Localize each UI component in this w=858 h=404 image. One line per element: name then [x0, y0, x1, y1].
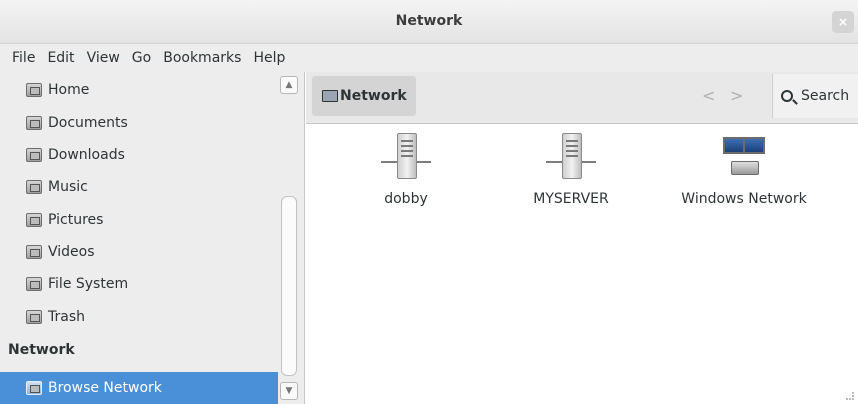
pictures-folder-icon: [26, 213, 42, 227]
sidebar-item-label: Trash: [48, 309, 85, 325]
scroll-down-button[interactable]: ▼: [280, 382, 298, 400]
server-icon: [381, 133, 431, 181]
sidebar-item-file-system[interactable]: File System: [0, 268, 278, 300]
back-arrow-icon: <: [702, 86, 716, 105]
item-label: MYSERVER: [533, 191, 609, 207]
menu-edit[interactable]: Edit: [41, 50, 80, 66]
sidebar-item-documents[interactable]: Documents: [0, 107, 278, 139]
item-label: dobby: [384, 191, 428, 207]
sidebar-item-label: File System: [48, 276, 129, 292]
sidebar-item-videos[interactable]: Videos: [0, 236, 278, 268]
file-view[interactable]: dobby MYSERVER Windows Network: [306, 125, 858, 404]
breadcrumb-label: Network: [340, 88, 407, 104]
trash-icon: [26, 310, 42, 324]
network-icon: [26, 381, 42, 395]
sidebar-item-label: Browse Network: [48, 380, 162, 396]
search-button[interactable]: Search: [772, 74, 858, 118]
resize-grip-icon[interactable]: [846, 392, 854, 400]
sidebar-item-label: Documents: [48, 115, 128, 131]
scrollbar-thumb[interactable]: [281, 196, 297, 376]
network-item-dobby[interactable]: dobby: [326, 133, 486, 223]
network-icon: [322, 90, 338, 102]
menu-help[interactable]: Help: [247, 50, 291, 66]
sidebar-item-home[interactable]: Home: [0, 74, 278, 106]
menu-file[interactable]: File: [6, 50, 41, 66]
server-icon: [546, 133, 596, 181]
item-label: Windows Network: [681, 191, 807, 207]
breadcrumb-network[interactable]: Network: [312, 76, 416, 116]
music-folder-icon: [26, 180, 42, 194]
sidebar-item-label: Downloads: [48, 147, 125, 163]
title-bar: Network ×: [0, 0, 858, 44]
chevron-down-icon: ▼: [285, 386, 293, 396]
forward-button[interactable]: >: [730, 86, 743, 105]
menu-go[interactable]: Go: [126, 50, 157, 66]
menu-bookmarks[interactable]: Bookmarks: [157, 50, 247, 66]
search-button-label: Search: [801, 88, 850, 104]
sidebar-item-pictures[interactable]: Pictures: [0, 204, 278, 236]
chevron-up-icon: ▲: [285, 80, 293, 90]
toolbar: Network < > Search: [306, 72, 858, 124]
windows-network-icon: [719, 133, 769, 181]
sidebar-item-trash[interactable]: Trash: [0, 301, 278, 333]
network-item-myserver[interactable]: MYSERVER: [491, 133, 651, 223]
menu-view[interactable]: View: [81, 50, 126, 66]
sidebar: Home Documents Downloads Music Pictures …: [0, 72, 305, 404]
back-button[interactable]: <: [702, 86, 715, 105]
sidebar-item-label: Music: [48, 179, 88, 195]
downloads-folder-icon: [26, 148, 42, 162]
home-folder-icon: [26, 83, 42, 97]
sidebar-section-network: Network: [8, 342, 75, 358]
close-icon: ×: [837, 15, 849, 29]
window-title: Network: [395, 13, 463, 29]
documents-folder-icon: [26, 116, 42, 130]
close-button[interactable]: ×: [832, 11, 854, 33]
harddisk-icon: [26, 277, 42, 291]
search-icon: [781, 90, 793, 102]
network-item-windows-network[interactable]: Windows Network: [664, 133, 824, 223]
menu-bar: File Edit View Go Bookmarks Help: [0, 44, 858, 72]
videos-folder-icon: [26, 245, 42, 259]
sidebar-item-downloads[interactable]: Downloads: [0, 139, 278, 171]
sidebar-item-music[interactable]: Music: [0, 171, 278, 203]
sidebar-item-label: Home: [48, 82, 90, 98]
sidebar-scrollbar[interactable]: ▲ ▼: [280, 76, 300, 402]
sidebar-item-label: Pictures: [48, 212, 104, 228]
sidebar-item-browse-network[interactable]: Browse Network: [0, 372, 278, 404]
forward-arrow-icon: >: [730, 86, 744, 105]
scroll-up-button[interactable]: ▲: [280, 76, 298, 94]
sidebar-item-label: Videos: [48, 244, 95, 260]
